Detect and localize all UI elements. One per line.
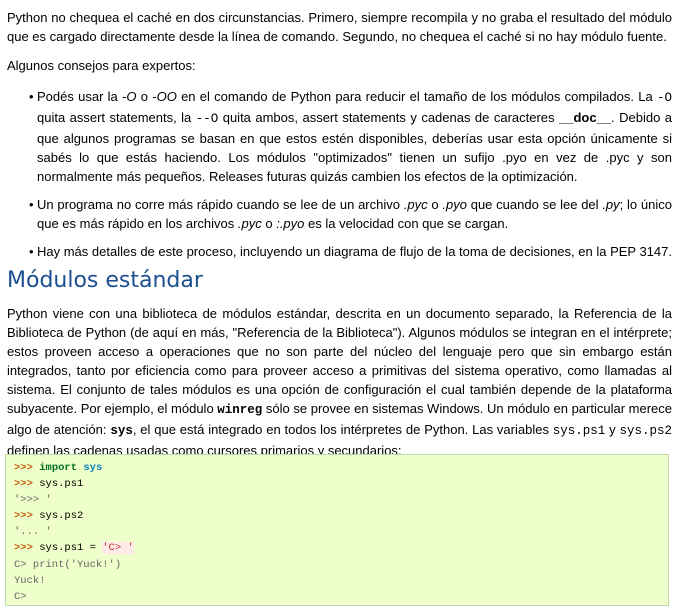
tip2-text-a: Un programa no corre más rápido cuando s…: [37, 197, 404, 212]
tip1-text-g: quita assert statements, la: [37, 110, 196, 125]
code-output-7: C> print('Yuck!'): [14, 558, 122, 571]
code-output-9: C>: [14, 590, 27, 603]
section-text-e: , el que está integrado en todos los int…: [132, 422, 553, 437]
code-string-c: 'C> ': [102, 542, 134, 555]
code-output-8: Yuck!: [14, 574, 46, 587]
code-keyword-import: import: [39, 462, 78, 474]
tips-list: • Podés usar la -O o -OO en el comando d…: [7, 87, 672, 261]
module-sys: sys: [110, 424, 133, 438]
tip3-text: Hay más detalles de este proceso, incluy…: [37, 244, 672, 259]
tip2-ext-py: .py: [602, 197, 620, 212]
section-text-a: Python viene con una biblioteca de módul…: [7, 306, 672, 416]
code-line-4: sys.ps2: [39, 510, 84, 523]
document-page: Python no chequea el caché en dos circun…: [0, 0, 680, 616]
tip1-flag-OO: -OO: [152, 89, 177, 104]
code-output-3: '>>> ': [14, 494, 52, 507]
bullet: •: [29, 89, 34, 104]
tip2-ext-pyo: .pyo: [442, 197, 467, 212]
code-line-2: sys.ps1: [39, 478, 84, 491]
code-output-5: '... ': [14, 526, 52, 539]
section-text-g: y: [605, 422, 620, 437]
tip1-text-c: o: [136, 89, 153, 104]
code-prompt: >>>: [14, 462, 33, 474]
var-sys-ps1: sys.ps1: [552, 424, 606, 438]
intro-paragraph: Python no chequea el caché en dos circun…: [7, 8, 672, 46]
var-sys-ps2: sys.ps2: [619, 424, 673, 438]
tip-item-optimization: • Podés usar la -O o -OO en el comando d…: [7, 87, 672, 186]
tip1-code-O: -O: [656, 91, 672, 105]
tip1-text-i: quita ambos, assert statements y cadenas…: [218, 110, 559, 125]
bullet: •: [29, 197, 34, 212]
tip-item-pep: • Hay más detalles de este proceso, incl…: [7, 242, 672, 261]
code-block: >>> import sys >>> sys.ps1 '>>> ' >>> sy…: [5, 454, 669, 606]
tip2-text-e: que cuando se lee del: [466, 197, 603, 212]
tip2-text-i: o: [261, 216, 277, 231]
tip2-ext-pyc: .pyc: [403, 197, 428, 212]
tip1-doc: __doc__: [559, 110, 612, 125]
code-prompt: >>>: [14, 510, 33, 523]
tip1-flag-O: -O: [122, 89, 137, 104]
tip2-ext-pyo-2: :.pyo: [276, 216, 305, 231]
module-winreg: winreg: [217, 403, 263, 417]
code-module-sys: sys: [83, 462, 103, 474]
section-paragraph: Python viene con una biblioteca de módul…: [7, 304, 672, 460]
tip1-code-OO: --O: [195, 112, 219, 126]
tips-heading: Algunos consejos para expertos:: [7, 58, 196, 73]
tip1-text-e: en el comando de Python para reducir el …: [176, 89, 657, 104]
tip1-text-a: Podés usar la: [37, 89, 123, 104]
code-prompt: >>>: [14, 542, 33, 555]
tip2-ext-pyc-2: .pyc: [237, 216, 262, 231]
intro-text: Python no chequea el caché en dos circun…: [7, 10, 672, 44]
code-prompt: >>>: [14, 478, 33, 491]
bullet: •: [29, 244, 34, 259]
tip-item-speed: • Un programa no corre más rápido cuando…: [7, 195, 672, 233]
section-title: Módulos estándar: [7, 268, 203, 293]
code-line-6: sys.ps1 =: [39, 542, 103, 555]
tip2-text-c: o: [427, 197, 443, 212]
tip2-text-k: es la velocidad con que se cargan.: [304, 216, 509, 231]
